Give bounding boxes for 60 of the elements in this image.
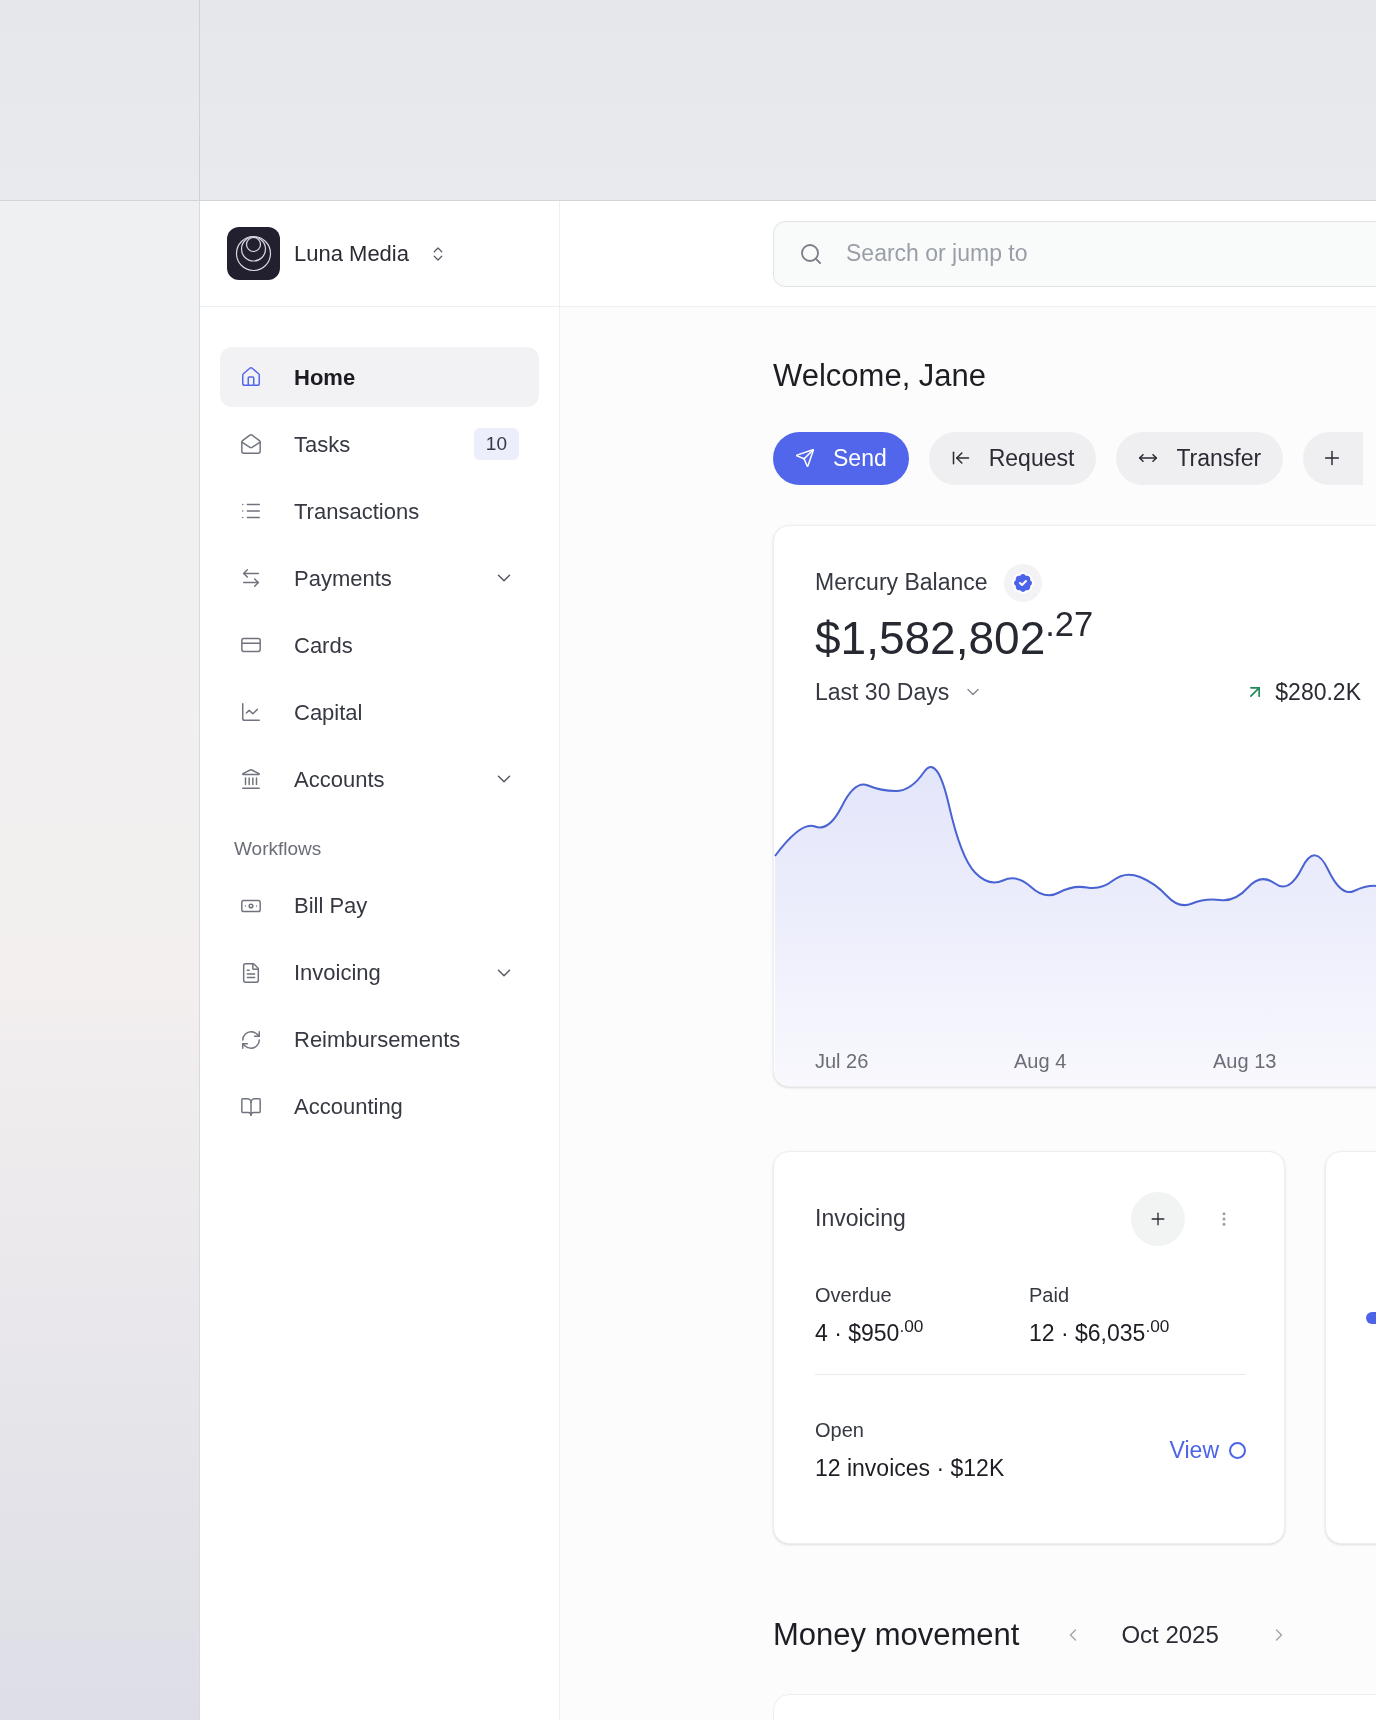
period-dropdown[interactable]: Last 30 Days: [815, 675, 984, 710]
nav-label: Transactions: [294, 497, 420, 526]
view-link[interactable]: View: [1169, 1433, 1246, 1468]
stat-label: Open: [815, 1418, 865, 1443]
stat-value: 12 · $6,035$^{.00}$: [1029, 1315, 1171, 1348]
nav-item[interactable]: Bill Pay: [220, 875, 539, 936]
refresh-icon: [240, 1028, 262, 1051]
arrows-icon: [240, 567, 262, 589]
nav-item[interactable]: Tasks 10: [220, 414, 539, 474]
nav-item[interactable]: Reimbursements: [220, 1009, 539, 1070]
nav-label: Tasks: [294, 430, 351, 459]
search-field[interactable]: Search or jump to: [773, 220, 1376, 287]
mailbox-icon: [240, 433, 262, 455]
bank-icon: [240, 768, 262, 790]
axis-label: Aug 4: [1014, 1048, 1068, 1074]
nav-item[interactable]: Home: [220, 347, 539, 407]
nav-label: Cards: [294, 631, 353, 660]
stat-label: Paid: [1029, 1282, 1071, 1308]
org-switcher[interactable]: Luna Media: [294, 237, 447, 270]
nav-label: Accounting: [294, 1093, 403, 1121]
axis-label: Jul 26: [815, 1048, 870, 1074]
welcome-heading: Welcome, Jane: [773, 357, 988, 395]
stat-label: Overdue: [815, 1282, 893, 1308]
section-title: Money movement: [773, 1615, 1020, 1654]
balance-amount: $1,582,802$^{.27}$: [814, 609, 1095, 666]
search-icon: [799, 241, 823, 266]
nav-item[interactable]: Capital: [220, 682, 539, 742]
action-button[interactable]: Send: [773, 431, 909, 485]
action-button[interactable]: Transfer: [1116, 431, 1284, 485]
nav-label: Invoicing: [294, 959, 381, 987]
nav-label: Home: [294, 363, 356, 392]
nav-label: Capital: [294, 698, 363, 727]
arrow-left-bar-icon: [950, 448, 971, 468]
nav-label: Bill Pay: [294, 892, 368, 920]
nav-item[interactable]: Payments: [220, 548, 539, 608]
section-heading: Workflows: [233, 837, 323, 861]
verified-icon: [1010, 570, 1035, 595]
home-icon: [240, 366, 262, 388]
balance-change: $280.2K: [1275, 678, 1361, 707]
nav-label: Payments: [294, 564, 392, 593]
nav-item[interactable]: Transactions: [220, 481, 539, 541]
stat-value: 4 · $950$^{.00}$: [815, 1315, 925, 1348]
book-icon: [240, 1095, 262, 1118]
axis-label: Aug 13: [1213, 1048, 1278, 1074]
action-button[interactable]: Request: [928, 431, 1097, 485]
send-icon: [795, 448, 815, 468]
nav-item[interactable]: Invoicing: [220, 942, 539, 1003]
nav-item[interactable]: Accounting: [220, 1076, 539, 1137]
month-label: Oct 2025: [1121, 1619, 1219, 1650]
stat-value: 12 invoices · $12K: [815, 1454, 1005, 1483]
nav-item[interactable]: Accounts: [220, 749, 539, 809]
logo-icon: [227, 227, 280, 280]
chart-icon: [240, 701, 262, 723]
nav-label: Accounts: [294, 765, 385, 794]
balance-title: Mercury Balance: [815, 568, 988, 598]
card-title: Invoicing: [815, 1204, 906, 1234]
count-badge: 10: [473, 427, 519, 461]
nav-label: Reimbursements: [294, 1026, 461, 1054]
nav-item[interactable]: Cards: [220, 615, 539, 675]
document-icon: [240, 961, 262, 984]
